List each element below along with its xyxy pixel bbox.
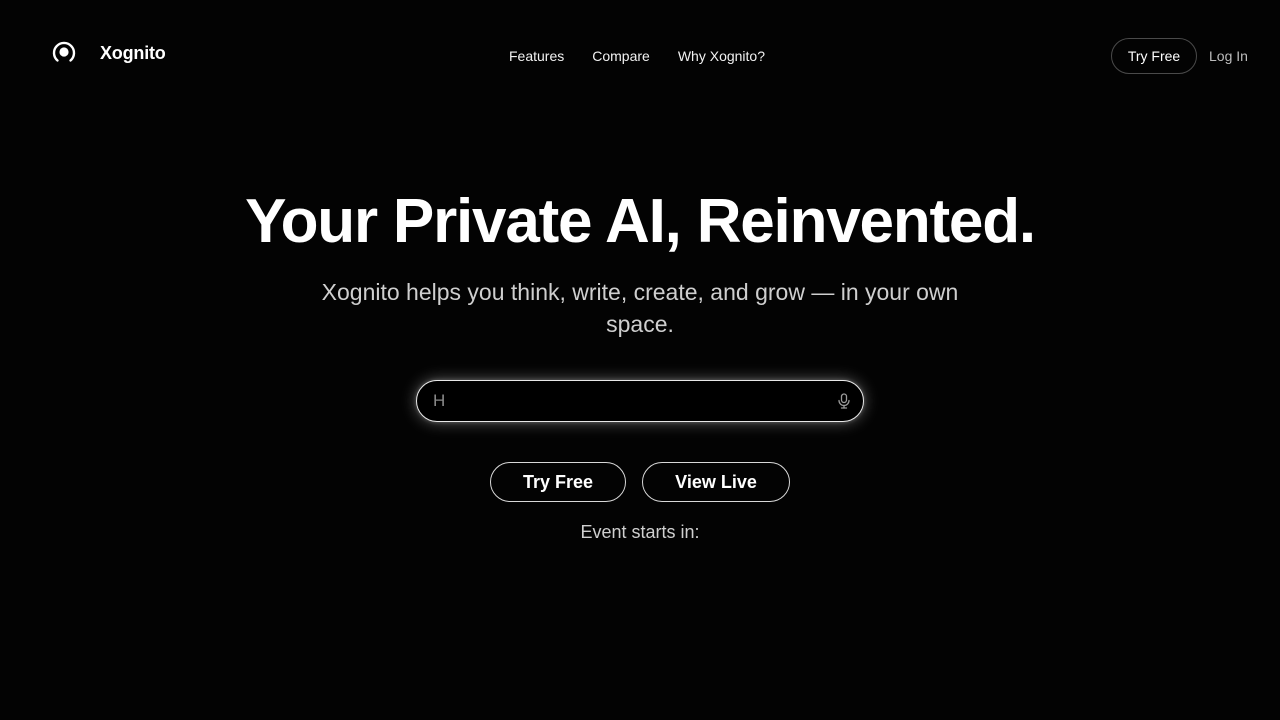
site-header: Xognito Features Compare Why Xognito? Tr… — [0, 0, 1280, 112]
brand-name: Xognito — [100, 42, 166, 63]
try-free-button[interactable]: Try Free — [490, 462, 626, 502]
prompt-input[interactable] — [433, 381, 833, 421]
view-live-button[interactable]: View Live — [642, 462, 790, 502]
login-link[interactable]: Log In — [1209, 46, 1248, 66]
hero-subtitle: Xognito helps you think, write, create, … — [321, 279, 959, 337]
nav-item-why-xognito[interactable]: Why Xognito? — [678, 46, 765, 66]
hero-title: Your Private AI, Reinvented. — [245, 187, 1036, 256]
nav-item-compare[interactable]: Compare — [592, 46, 650, 66]
landing-page: Xognito Features Compare Why Xognito? Tr… — [0, 0, 1280, 720]
microphone-icon[interactable] — [835, 392, 853, 410]
ring-dot-icon — [52, 41, 76, 62]
main-nav: Features Compare Why Xognito? — [509, 46, 765, 66]
event-countdown-label: Event starts in: — [580, 522, 700, 542]
brand-logo[interactable]: Xognito — [52, 40, 166, 66]
nav-item-features[interactable]: Features — [509, 46, 564, 66]
prompt-box — [416, 380, 864, 422]
header-try-free-button[interactable]: Try Free — [1111, 38, 1197, 74]
